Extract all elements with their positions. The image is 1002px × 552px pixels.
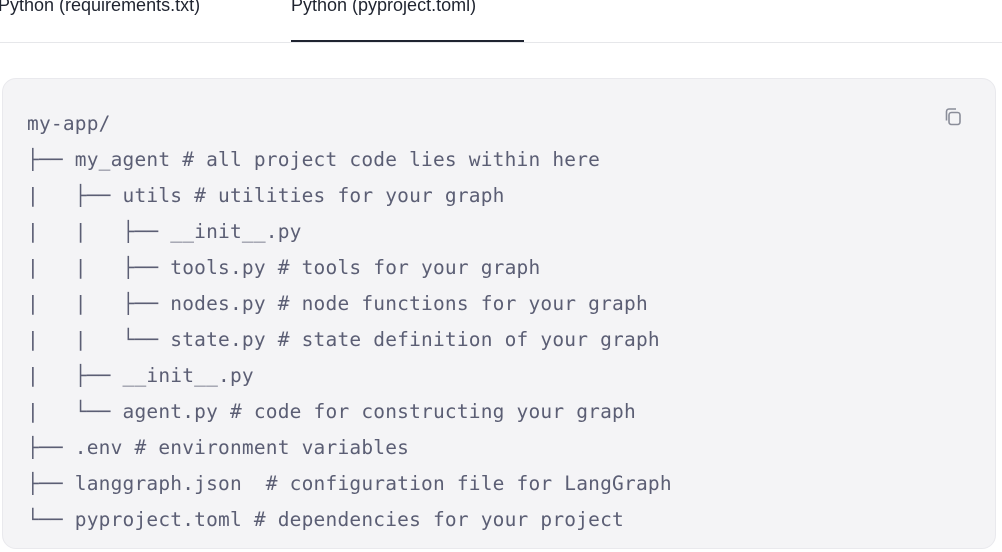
- tab-pyproject-toml[interactable]: Python (pyproject.toml): [291, 0, 476, 18]
- code-line: my-app/: [27, 112, 111, 135]
- code-line: | ├── utils # utilities for your graph: [27, 184, 505, 207]
- code-line: | | ├── tools.py # tools for your graph: [27, 256, 541, 279]
- code-line: ├── langgraph.json # configuration file …: [27, 472, 672, 495]
- code-line: ├── my_agent # all project code lies wit…: [27, 148, 601, 171]
- code-line: └── pyproject.toml # dependencies for yo…: [27, 508, 624, 531]
- code-line: | └── agent.py # code for constructing y…: [27, 400, 636, 423]
- code-line: | | └── state.py # state definition of y…: [27, 328, 660, 351]
- code-line: | | ├── nodes.py # node functions for yo…: [27, 292, 648, 315]
- code-lines: my-app/ ├── my_agent # all project code …: [27, 106, 672, 538]
- code-line: | ├── __init__.py: [27, 364, 254, 387]
- code-block: my-app/ ├── my_agent # all project code …: [2, 78, 996, 549]
- copy-icon: [945, 108, 961, 126]
- code-line: ├── .env # environment variables: [27, 436, 410, 459]
- code-line: | | ├── __init__.py: [27, 220, 302, 243]
- active-tab-indicator: [291, 40, 524, 42]
- tab-bar: Python (requirements.txt) Python (pyproj…: [0, 0, 1002, 43]
- tab-requirements-txt[interactable]: Python (requirements.txt): [0, 0, 200, 18]
- copy-button[interactable]: [941, 105, 965, 129]
